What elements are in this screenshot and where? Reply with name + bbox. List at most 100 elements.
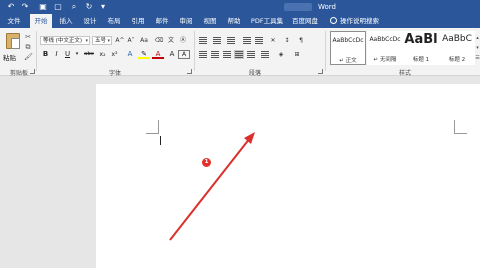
style-name: ↵ 无间隔 (373, 57, 397, 63)
subscript-button[interactable]: x₂ (98, 50, 107, 59)
save-icon[interactable]: ▣ (38, 2, 48, 12)
sort-icon[interactable]: ↕ (282, 36, 292, 45)
new-doc-icon[interactable]: ▢ (53, 2, 63, 12)
chevron-down-icon[interactable]: ▾ (475, 43, 480, 53)
style-normal[interactable]: AaBbCcDc ↵ 正文 (330, 31, 366, 65)
font-name-value: 等线 (中文正文) (43, 38, 83, 44)
print-preview-icon[interactable]: ⌕ (69, 2, 79, 12)
font-name-select[interactable]: 等线 (中文正文) ▾ (40, 36, 90, 45)
enclose-characters-icon[interactable]: Ⓐ (178, 36, 188, 45)
text-effects-icon[interactable]: A (124, 50, 136, 59)
phonetic-guide-icon[interactable]: 文 (166, 36, 176, 45)
window-title: Word (318, 3, 336, 11)
more-styles-icon[interactable]: ☰ (475, 53, 480, 63)
document-page[interactable] (96, 84, 480, 268)
style-heading-1[interactable]: AaBl 标题 1 (403, 31, 439, 65)
undo-icon[interactable]: ↶ (6, 2, 16, 12)
bullets-icon[interactable] (198, 36, 208, 45)
shrink-font-button[interactable]: A˅ (126, 36, 136, 45)
paragraph-launcher-icon[interactable] (318, 69, 323, 74)
tab-home[interactable]: 开始 (30, 14, 52, 28)
redo-arrow-icon[interactable]: ↻ (84, 2, 94, 12)
step-badge: 1 (202, 158, 211, 167)
redo-icon[interactable]: ↷ (20, 2, 30, 12)
underline-dropdown[interactable]: ▾ (74, 50, 80, 59)
align-right-icon[interactable] (222, 50, 232, 59)
tab-pdf-tools[interactable]: PDF工具集 (250, 14, 284, 28)
styles-gallery-scroll[interactable]: ▴ ▾ ☰ (475, 33, 480, 63)
tab-references[interactable]: 引用 (128, 14, 148, 28)
style-no-spacing[interactable]: AaBbCcDc ↵ 无间隔 (367, 31, 403, 65)
character-shading-icon[interactable]: A (166, 50, 178, 59)
style-sample: AaBbCcDc (332, 37, 364, 44)
tab-file[interactable]: 文件 (4, 14, 24, 28)
character-border-icon[interactable]: A (178, 50, 190, 59)
divider (194, 31, 195, 71)
corner-mark-left (146, 120, 159, 134)
highlight-color-icon[interactable]: ✎ (138, 50, 150, 59)
tab-review[interactable]: 审阅 (176, 14, 196, 28)
increase-indent-icon[interactable] (254, 36, 264, 45)
clipboard-launcher-icon[interactable] (30, 69, 35, 74)
tell-me-box[interactable]: 操作说明搜索 (330, 14, 379, 28)
style-name: 标题 2 (448, 57, 466, 63)
copy-icon[interactable]: ⧉ (24, 43, 32, 51)
tab-baidu-netdisk[interactable]: 百度网盘 (290, 14, 320, 28)
annotation-arrow (169, 132, 255, 241)
tell-me-text: 操作说明搜索 (340, 17, 379, 25)
tab-design[interactable]: 设计 (80, 14, 100, 28)
title-bar: ↶ ↷ ▣ ▢ ⌕ ↻ ▾ Word (0, 0, 480, 14)
blurred-region (284, 3, 312, 11)
style-sample: AaBbCcDc (369, 36, 401, 43)
align-center-icon[interactable] (210, 50, 220, 59)
strikethrough-button[interactable]: abc (82, 50, 96, 59)
corner-mark-right (454, 120, 467, 134)
italic-button[interactable]: I (52, 50, 61, 59)
chevron-down-icon: ▾ (107, 38, 110, 44)
font-group-label: 字体 (108, 70, 121, 77)
numbering-icon[interactable] (212, 36, 222, 45)
format-painter-icon[interactable]: 🖌 (24, 53, 33, 61)
tab-layout[interactable]: 布局 (104, 14, 124, 28)
line-spacing-icon[interactable] (260, 50, 270, 59)
clear-formatting-icon[interactable]: ⌫ (154, 36, 164, 45)
font-launcher-icon[interactable] (187, 69, 192, 74)
distributed-icon[interactable] (246, 50, 256, 59)
multilevel-list-icon[interactable] (226, 36, 236, 45)
paste-button-label[interactable]: 粘贴 (3, 52, 16, 62)
lightbulb-icon (330, 17, 337, 24)
underline-button[interactable]: U (63, 50, 72, 59)
shading-icon[interactable]: ◈ (276, 50, 286, 59)
align-left-icon[interactable] (198, 50, 208, 59)
styles-group-label: 样式 (398, 70, 411, 77)
justify-icon[interactable] (234, 50, 244, 59)
cut-icon[interactable]: ✂ (24, 33, 32, 41)
style-name: ↵ 正文 (339, 58, 357, 64)
change-case-button[interactable]: Aa (138, 36, 150, 45)
tab-view[interactable]: 视图 (200, 14, 220, 28)
tab-help[interactable]: 帮助 (224, 14, 244, 28)
font-size-value: 五号 (95, 38, 107, 44)
chevron-up-icon[interactable]: ▴ (475, 33, 480, 43)
style-heading-2[interactable]: AaBbC 标题 2 (439, 31, 475, 65)
style-name: 标题 1 (412, 57, 430, 63)
divider (325, 31, 326, 71)
grow-font-button[interactable]: A^ (115, 36, 125, 45)
font-size-select[interactable]: 五号 ▾ (92, 36, 112, 45)
chevron-down-icon: ▾ (85, 38, 88, 44)
paragraph-group-label: 段落 (248, 70, 261, 77)
customize-qat-icon[interactable]: ▾ (98, 2, 108, 12)
tab-mailings[interactable]: 邮件 (152, 14, 172, 28)
show-marks-icon[interactable]: ¶ (296, 36, 306, 45)
bold-button[interactable]: B (41, 50, 50, 59)
borders-icon[interactable]: ⊞ (292, 50, 302, 59)
superscript-button[interactable]: x² (110, 50, 119, 59)
divider (36, 31, 37, 71)
style-sample: AaBl (404, 32, 438, 47)
tab-insert[interactable]: 插入 (56, 14, 76, 28)
paste-icon[interactable] (6, 33, 20, 49)
decrease-indent-icon[interactable] (242, 36, 252, 45)
font-color-icon[interactable]: A (152, 50, 164, 59)
ribbon-tabs: 文件 开始 插入 设计 布局 引用 邮件 审阅 视图 帮助 PDF工具集 百度网… (0, 14, 480, 28)
chinese-layout-icon[interactable]: ✕ (268, 36, 278, 45)
